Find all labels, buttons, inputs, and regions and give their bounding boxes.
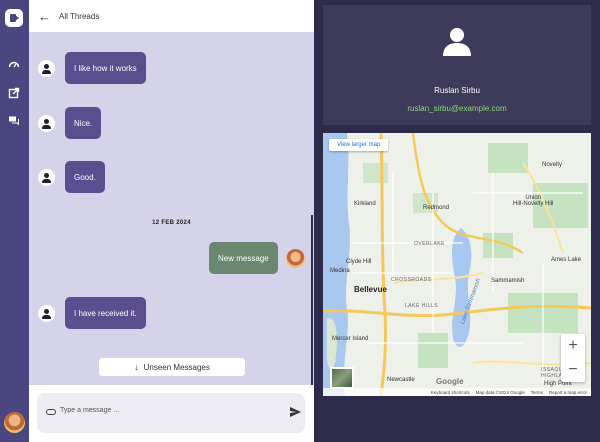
- map-label: Bellevue: [354, 285, 387, 294]
- map-data-text: Map data ©2024 Google: [475, 389, 525, 395]
- map-label: Ames Lake: [551, 257, 582, 263]
- contact-name: Ruslan Sirbu: [434, 86, 480, 95]
- message-bubble: I have received it.: [65, 297, 146, 329]
- map-embed[interactable]: View larger map Kirkland Redmond Novelty…: [323, 133, 591, 396]
- contact-profile-card: Ruslan Sirbu ruslan_sirbu@example.com: [323, 5, 591, 125]
- chat-icon[interactable]: [8, 115, 20, 127]
- message-row: Good.: [38, 161, 105, 193]
- message-bubble: Good.: [65, 161, 105, 193]
- view-larger-map-link[interactable]: View larger map: [329, 139, 389, 151]
- report-error-link[interactable]: Report a map error: [549, 390, 587, 395]
- attachment-icon[interactable]: [46, 409, 56, 415]
- message-row: I have received it.: [38, 297, 146, 329]
- message-bubble: Nice.: [65, 107, 102, 139]
- open-external-icon[interactable]: [8, 87, 20, 99]
- map-zoom-control: + −: [561, 334, 585, 382]
- map-label: Sammamish: [491, 278, 525, 284]
- contact-avatar-icon: [38, 168, 55, 186]
- map-label: Redmond: [423, 205, 450, 211]
- terms-link[interactable]: Terms: [531, 390, 543, 395]
- unseen-messages-button[interactable]: ↓ Unseen Messages: [99, 358, 245, 376]
- message-placeholder: Type a message ...: [60, 407, 120, 414]
- contact-avatar-icon: [38, 114, 55, 132]
- map-label: Novelty: [542, 162, 563, 168]
- message-row: I like how it works: [38, 52, 146, 84]
- unseen-messages-label: Unseen Messages: [143, 362, 210, 372]
- back-to-threads-link[interactable]: All Threads: [59, 12, 99, 21]
- map-label: LAKE HILLS: [405, 303, 439, 309]
- map-label: OVERLAKE: [414, 241, 445, 247]
- map-attribution: Keyboard shortcuts Map data ©2024 Google…: [323, 388, 591, 396]
- nav-rail: [0, 0, 29, 442]
- map-label: Medina: [330, 268, 350, 274]
- contact-email[interactable]: ruslan_sirbu@example.com: [323, 104, 591, 113]
- arrow-down-icon: ↓: [134, 362, 139, 372]
- map-label: Clyde Hill: [346, 259, 372, 265]
- map-label: Mercer Island: [332, 336, 369, 342]
- dashboard-icon[interactable]: [8, 59, 20, 71]
- message-bubble: New message: [209, 242, 278, 274]
- message-row: New message: [209, 242, 305, 274]
- message-composer: Type a message ...: [29, 385, 314, 442]
- zoom-out-button[interactable]: −: [561, 358, 585, 382]
- contact-avatar-icon: [38, 59, 55, 77]
- message-bubble: I like how it works: [65, 52, 146, 84]
- user-avatar[interactable]: [4, 412, 25, 433]
- map-label: Newcastle: [387, 377, 415, 383]
- send-icon[interactable]: [289, 406, 302, 418]
- video-logo-icon[interactable]: [5, 9, 23, 27]
- google-logo: Google: [436, 377, 464, 386]
- date-separator: 12 FEB 2024: [152, 220, 191, 226]
- chat-scrollbar[interactable]: [311, 215, 313, 385]
- satellite-toggle-button[interactable]: [330, 367, 354, 389]
- chat-header: ← All Threads: [29, 0, 314, 32]
- zoom-in-button[interactable]: +: [561, 334, 585, 358]
- map-label: Union Hill-Novelty Hill: [513, 195, 554, 207]
- back-arrow-icon[interactable]: ←: [38, 10, 51, 23]
- contact-avatar-icon: [38, 304, 55, 322]
- message-row: Nice.: [38, 107, 102, 139]
- map-label: CROSSROADS: [391, 277, 432, 283]
- person-icon: [443, 28, 471, 56]
- map-label: Kirkland: [354, 201, 376, 207]
- keyboard-shortcuts-link[interactable]: Keyboard shortcuts: [431, 390, 470, 395]
- sender-avatar: [285, 248, 305, 268]
- message-input[interactable]: Type a message ...: [37, 393, 305, 433]
